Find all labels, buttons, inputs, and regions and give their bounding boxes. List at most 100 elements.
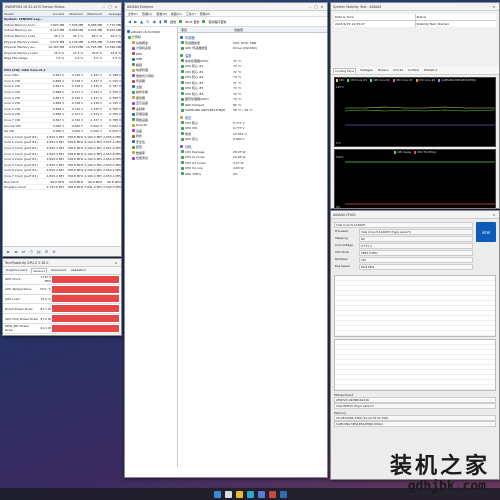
up-icon[interactable]: ▲ <box>140 19 143 24</box>
sensor-row[interactable]: CPU 核心 #6 72 °C <box>178 91 327 97</box>
sensor-row[interactable]: GPU 核心 0.800 V <box>178 137 327 143</box>
table-row[interactable]: Ring/LLC Clock 2,793.6 MHz 798.8 MHz 3,891.… <box>3 185 121 191</box>
sensor-row[interactable]: GPU Hotspot 80 °C <box>178 102 327 108</box>
menu-view[interactable]: 查看(V) <box>142 12 152 16</box>
section-icon <box>180 35 183 39</box>
gpuz-titlebar[interactable]: TechPowerUp GPU-Z 2.38.0 × <box>3 259 121 267</box>
sensor-row[interactable]: CPU 核心 0.777 V <box>178 120 327 126</box>
sensor-row[interactable]: CPU 核心 #5 73 °C <box>178 86 327 92</box>
start-icon[interactable] <box>213 490 221 498</box>
col-average[interactable]: Average <box>102 12 121 16</box>
sensor-row[interactable]: CPU IA Cores 22.66 W <box>178 155 327 161</box>
sensor-name: PWR_SRC Power Draw <box>5 324 30 333</box>
back-icon[interactable]: ◀ <box>128 19 131 24</box>
sensor-row[interactable]: CPU 核心 #2 72 °C <box>178 69 327 75</box>
nav-forward-icon[interactable]: ◂▸ <box>14 249 18 254</box>
aida64-titlebar[interactable]: AIDA64 Extreme – □ × <box>125 3 327 11</box>
sensor-row[interactable]: CPU 核心 #4 71 °C <box>178 80 327 86</box>
tab-graphics-card[interactable]: Graphics Card <box>5 268 28 273</box>
tab-advanced[interactable]: Advanced <box>50 268 67 273</box>
col-value[interactable]: 当前值 <box>233 28 243 32</box>
cpuid-titlebar[interactable]: AIDA64 CPUID × <box>331 211 499 219</box>
table-cell: 2,893.4 MHz <box>46 168 65 173</box>
tab-powers[interactable]: Powers <box>377 68 390 73</box>
sensor-row[interactable]: CPU Package 28.05 W <box>178 149 327 155</box>
user-icon[interactable]: ◉ <box>153 19 157 24</box>
file-explorer-icon[interactable] <box>235 490 243 498</box>
close-icon[interactable]: × <box>113 261 119 265</box>
bios-update-button[interactable]: BIOS 更新 <box>185 20 199 24</box>
tab-unified[interactable]: Unified <box>407 68 420 73</box>
col-minimum[interactable]: Minimum <box>64 12 83 16</box>
hwinfo-window[interactable]: HWiNFO64 v6.42-4470 Sensor Status – □ × … <box>2 2 122 257</box>
table-cell: 0.000 V <box>52 123 65 128</box>
menu-tools[interactable]: 工具(T) <box>186 12 196 16</box>
tab-validation[interactable]: Validation <box>70 268 87 273</box>
settings-icon[interactable]: ⚙ <box>45 249 49 254</box>
tab-voltages[interactable]: Voltages <box>359 68 374 73</box>
table-cell: 4,190.4 MHz <box>84 173 103 178</box>
menu-help[interactable]: 帮助(H) <box>200 12 211 16</box>
sensor-row[interactable]: 传感器类型 CPU, HDD, SNB <box>178 40 327 46</box>
sensor-row[interactable]: CPU GT Cores 0.27 W <box>178 160 327 166</box>
close-icon[interactable]: × <box>491 213 497 217</box>
chart-icon[interactable]: ▮ <box>159 19 161 24</box>
sensor-icon <box>181 137 184 141</box>
driver-update-button[interactable]: 驱动程序更新 <box>208 20 226 24</box>
tab-clocks[interactable]: Clocks <box>392 68 404 73</box>
nav-back-icon[interactable]: ◂▸ <box>6 249 10 254</box>
search-icon[interactable] <box>224 490 232 498</box>
clock-icon[interactable]: ◷ <box>29 249 33 254</box>
cpuid-window[interactable]: AIDA64 CPUID × Intel Core i5-11400H Proc… <box>330 210 500 480</box>
sensor-row[interactable]: CPU Uncore 4.83 W <box>178 166 327 172</box>
hwinfo-sensor-list[interactable]: System: LENOVO Leg... Virtual Memory Com.… <box>3 17 121 191</box>
sensor-icon <box>181 92 184 96</box>
tree-item-label: 安全性 <box>136 139 146 144</box>
refresh-icon[interactable]: ↻ <box>146 19 149 24</box>
tab-sensors[interactable]: Sensors <box>31 268 48 273</box>
tab-statistics[interactable]: Statistics <box>423 68 439 73</box>
network-icon[interactable]: ⇄ <box>22 249 25 254</box>
forward-icon[interactable]: ▶ <box>134 19 137 24</box>
close-icon[interactable]: × <box>113 5 119 9</box>
col-current[interactable]: Current <box>45 12 64 16</box>
sensor-row[interactable]: 电池 12.051 V <box>178 131 327 137</box>
tree-item[interactable]: 性能测试 <box>125 156 177 162</box>
sensor-row[interactable]: GPU TDP% 0% <box>178 171 327 177</box>
col-item[interactable]: 项目 <box>178 28 233 32</box>
tree-item-label: 网络设备 <box>136 117 149 122</box>
hwinfo-taskbar-icon[interactable] <box>268 490 276 498</box>
col-sensor[interactable]: Sensor <box>3 12 45 16</box>
sensor-icon <box>181 161 184 165</box>
report-icon[interactable]: ▤ <box>37 249 41 254</box>
sensor-row[interactable]: 图形处理器(GPU) 70 °C <box>178 97 327 103</box>
aida64-tree-panel[interactable]: AIDA64 v6.32.5600 计算机 系统概述 计算机名称 DMI IPMI 超频 电源… <box>125 27 178 467</box>
store-icon[interactable] <box>257 490 265 498</box>
table-cell: 2,893.4 MHz <box>46 173 65 178</box>
aida64-window[interactable]: AIDA64 Extreme – □ × 文件(F) 查看(V) 报告(R) 收… <box>124 2 328 478</box>
edge-icon[interactable] <box>246 490 254 498</box>
report-button[interactable]: 报告 <box>170 20 176 24</box>
close-icon[interactable]: × <box>491 5 497 9</box>
sensor-row[interactable]: SAMSUNG MZVLB512HBJQ 38 °C / 39 °C <box>178 108 327 114</box>
aida64-taskbar-icon[interactable] <box>279 490 287 498</box>
tab-cooling-fans[interactable]: Cooling Fans <box>333 68 356 73</box>
stability-test-window[interactable]: System Stability Test - AIDA64 × Date & … <box>330 2 500 209</box>
col-maximum[interactable]: Maximum <box>83 12 102 16</box>
cpuid-field: CPU Clock <box>335 250 350 254</box>
close-icon[interactable]: × <box>319 5 325 9</box>
menu-favorites[interactable]: 收藏(O) <box>171 12 182 16</box>
sensor-row[interactable]: 中央处理器(CPU) 72 °C <box>178 58 327 64</box>
sensor-row[interactable]: CPU 核心 #3 74 °C <box>178 75 327 81</box>
stability-titlebar[interactable]: System Stability Test - AIDA64 × <box>331 3 499 11</box>
tree-node-icon <box>132 52 135 56</box>
sensor-row[interactable]: GPU 传感器类型 Driver (NV-DRV) <box>178 46 327 52</box>
gpuz-window[interactable]: TechPowerUp GPU-Z 2.38.0 × Graphics Card… <box>2 258 122 336</box>
menu-report[interactable]: 报告(R) <box>156 12 166 16</box>
sensor-value: 0.800 V <box>233 137 245 142</box>
close-sensors-icon[interactable]: ⊗ <box>52 249 55 254</box>
sensor-row[interactable]: CPU 核心 #1 73 °C <box>178 64 327 70</box>
hwinfo-titlebar[interactable]: HWiNFO64 v6.42-4470 Sensor Status – □ × <box>3 3 121 11</box>
sensor-row[interactable]: CPU VID 0.777 V <box>178 126 327 132</box>
menu-file[interactable]: 文件(F) <box>128 12 138 16</box>
